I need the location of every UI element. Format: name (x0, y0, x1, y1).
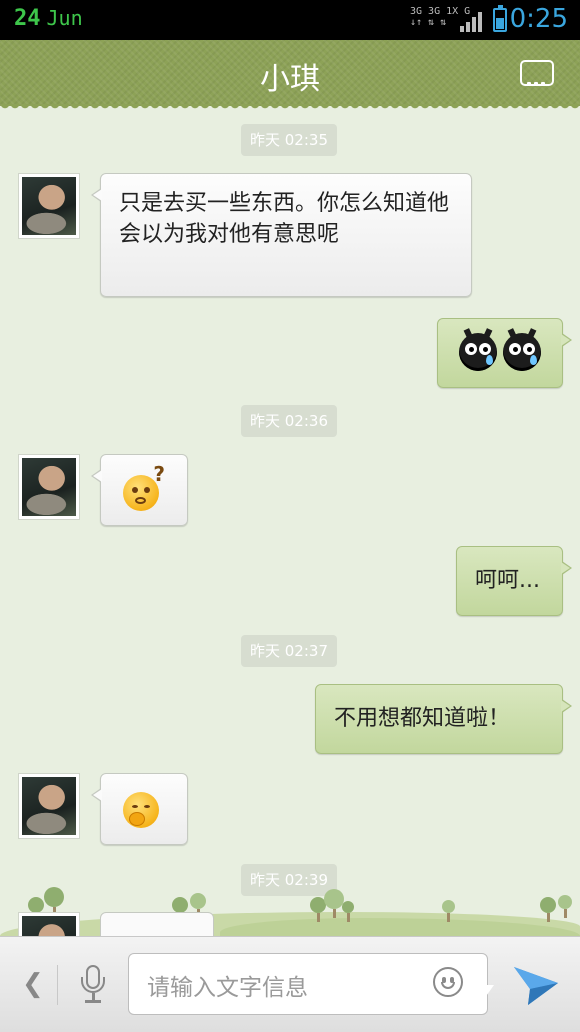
timestamp: 昨天 02:36 (241, 405, 337, 437)
status-bar: 24 Jun 3G 3G 1X G ↓↑ ⇅ ⇅ 0:25 (0, 0, 580, 40)
input-field-tail (484, 985, 494, 999)
avatar[interactable] (18, 454, 80, 520)
outgoing-message-bubble[interactable]: 不用想都知道啦！ (315, 684, 572, 754)
message-text: 呵呵... (475, 568, 540, 593)
microphone-icon[interactable] (78, 965, 108, 1005)
crying-black-face-emoticon (503, 328, 541, 371)
status-date-month: Jun (46, 6, 83, 30)
emoji-icon[interactable] (433, 967, 467, 1001)
status-date-day: 24 (14, 6, 41, 31)
timestamp: 昨天 02:35 (241, 124, 337, 156)
status-time: 0:25 (509, 4, 568, 34)
avatar[interactable] (18, 173, 80, 239)
battery-icon (493, 5, 507, 32)
outgoing-message-bubble[interactable]: 呵呵... (456, 546, 572, 616)
message-text: 只是去买一些东西。你怎么知道他会以为我对他有意思呢 (119, 191, 450, 247)
message-list[interactable]: 昨天 02:35 只是去买一些东西。你怎么知道他会以为我对他有意思呢 昨天 02… (0, 106, 580, 936)
confused-question-face-emoticon: ? (123, 462, 165, 511)
giggling-face-emoticon (123, 792, 159, 828)
outgoing-message-bubble[interactable] (437, 318, 572, 388)
input-bar: ❮ 请输入文字信息 (0, 936, 580, 1032)
incoming-message-bubble[interactable]: 只是去买一些东西。你怎么知道他会以为我对他有意思呢 (91, 173, 472, 297)
timestamp: 昨天 02:37 (241, 635, 337, 667)
incoming-message-bubble[interactable] (91, 773, 188, 845)
back-chevron-icon[interactable]: ❮ (22, 967, 44, 1001)
incoming-message-bubble[interactable]: ? (91, 454, 188, 526)
chat-title: 小琪 (260, 62, 320, 97)
more-dots-icon[interactable] (520, 60, 554, 86)
message-text: 不用想都知道啦！ (334, 706, 511, 731)
chat-header: 小琪 (0, 40, 580, 112)
signal-strength-icon (460, 10, 484, 32)
avatar[interactable] (18, 773, 80, 839)
status-date: 24 Jun (14, 6, 83, 31)
incoming-message-bubble-partial[interactable] (100, 912, 214, 936)
avatar[interactable] (18, 912, 80, 936)
message-input-placeholder: 请输入文字信息 (147, 975, 308, 1001)
data-arrows-icon: ↓↑ ⇅ ⇅ (410, 17, 447, 28)
message-input[interactable]: 请输入文字信息 (128, 953, 488, 1015)
send-icon[interactable] (512, 963, 560, 1007)
divider (57, 965, 58, 1005)
landscape-background (0, 886, 580, 936)
crying-black-face-emoticon (459, 328, 497, 371)
